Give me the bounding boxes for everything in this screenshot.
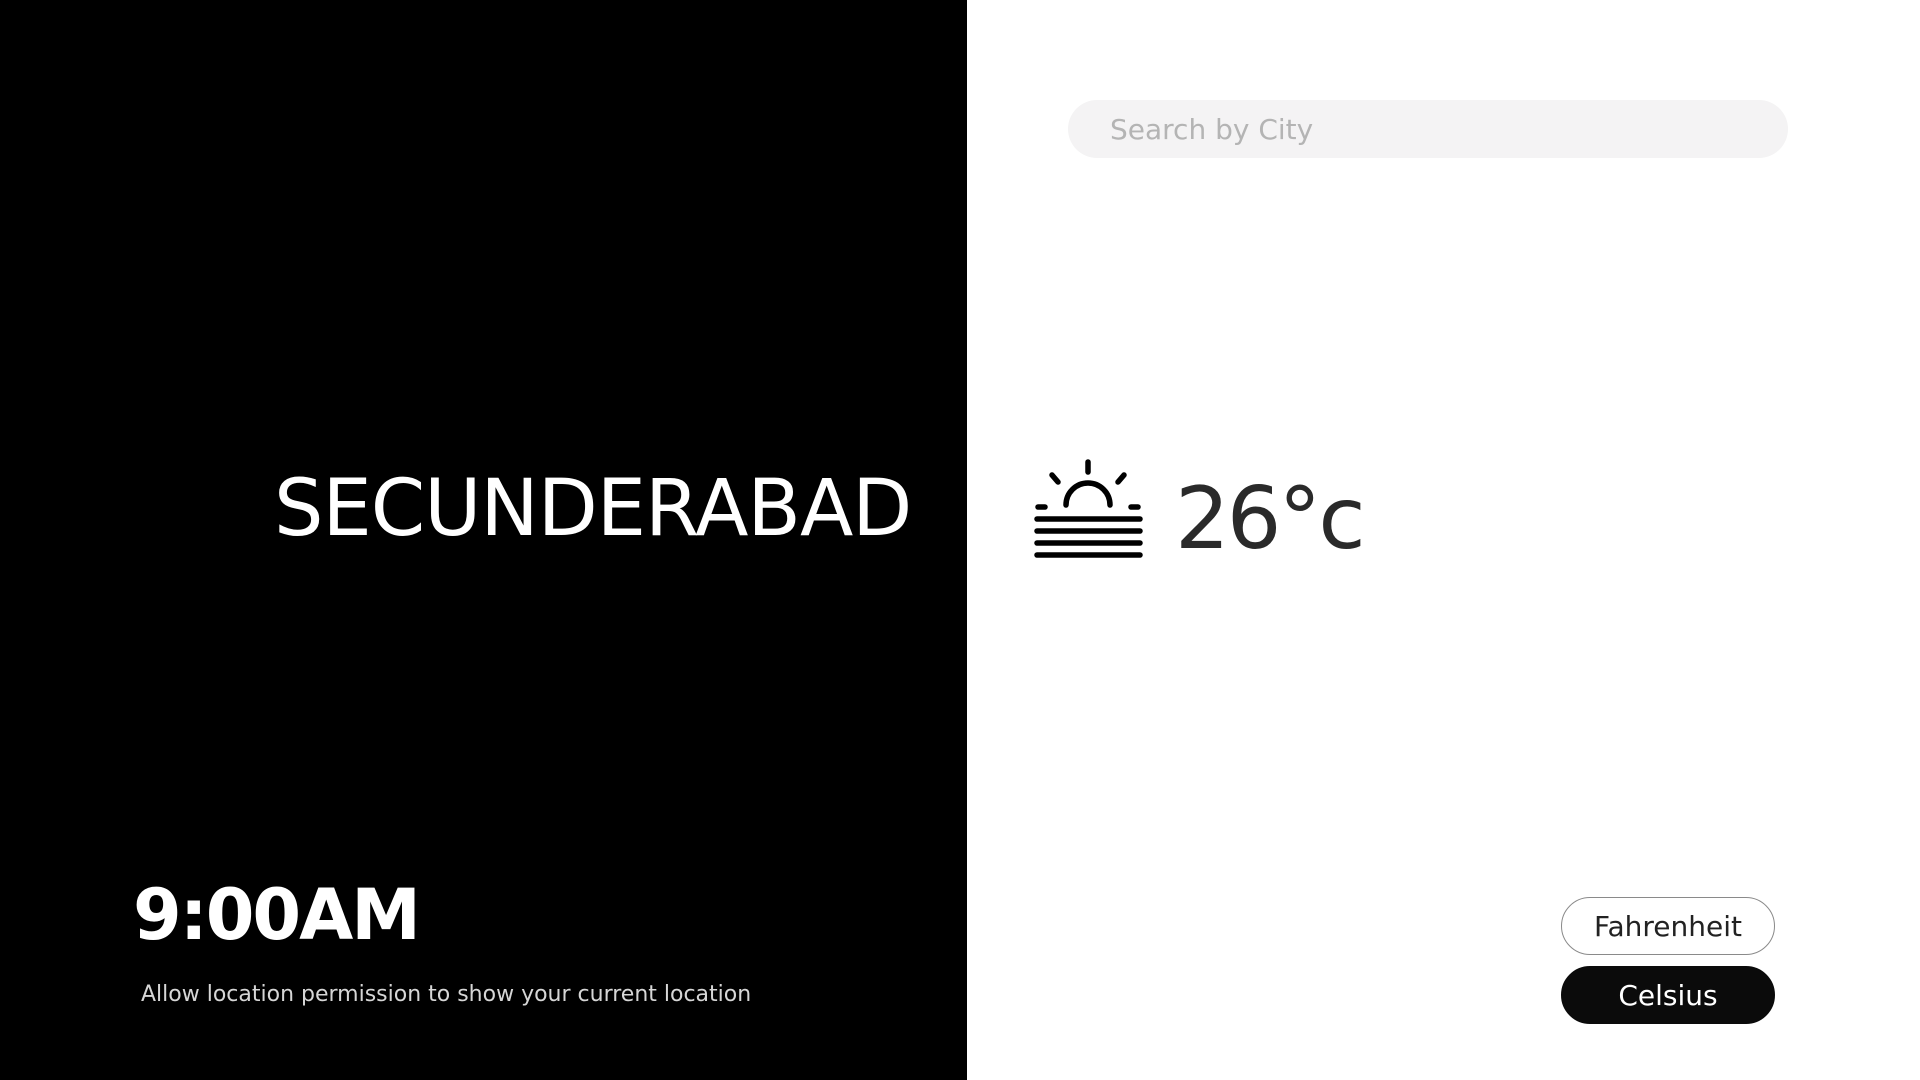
sunrise-icon [1034,459,1143,558]
temperature-value: 26°c [1175,469,1366,569]
city-name: SECUNDERABAD [274,464,912,554]
location-panel: SECUNDERABAD 9:00AM Allow location permi… [0,0,967,1080]
celsius-button[interactable]: Celsius [1561,966,1775,1024]
fahrenheit-button[interactable]: Fahrenheit [1561,897,1775,955]
city-search-input[interactable] [1068,100,1788,158]
location-permission-note: Allow location permission to show your c… [141,982,752,1007]
current-time: 9:00AM [133,874,421,956]
